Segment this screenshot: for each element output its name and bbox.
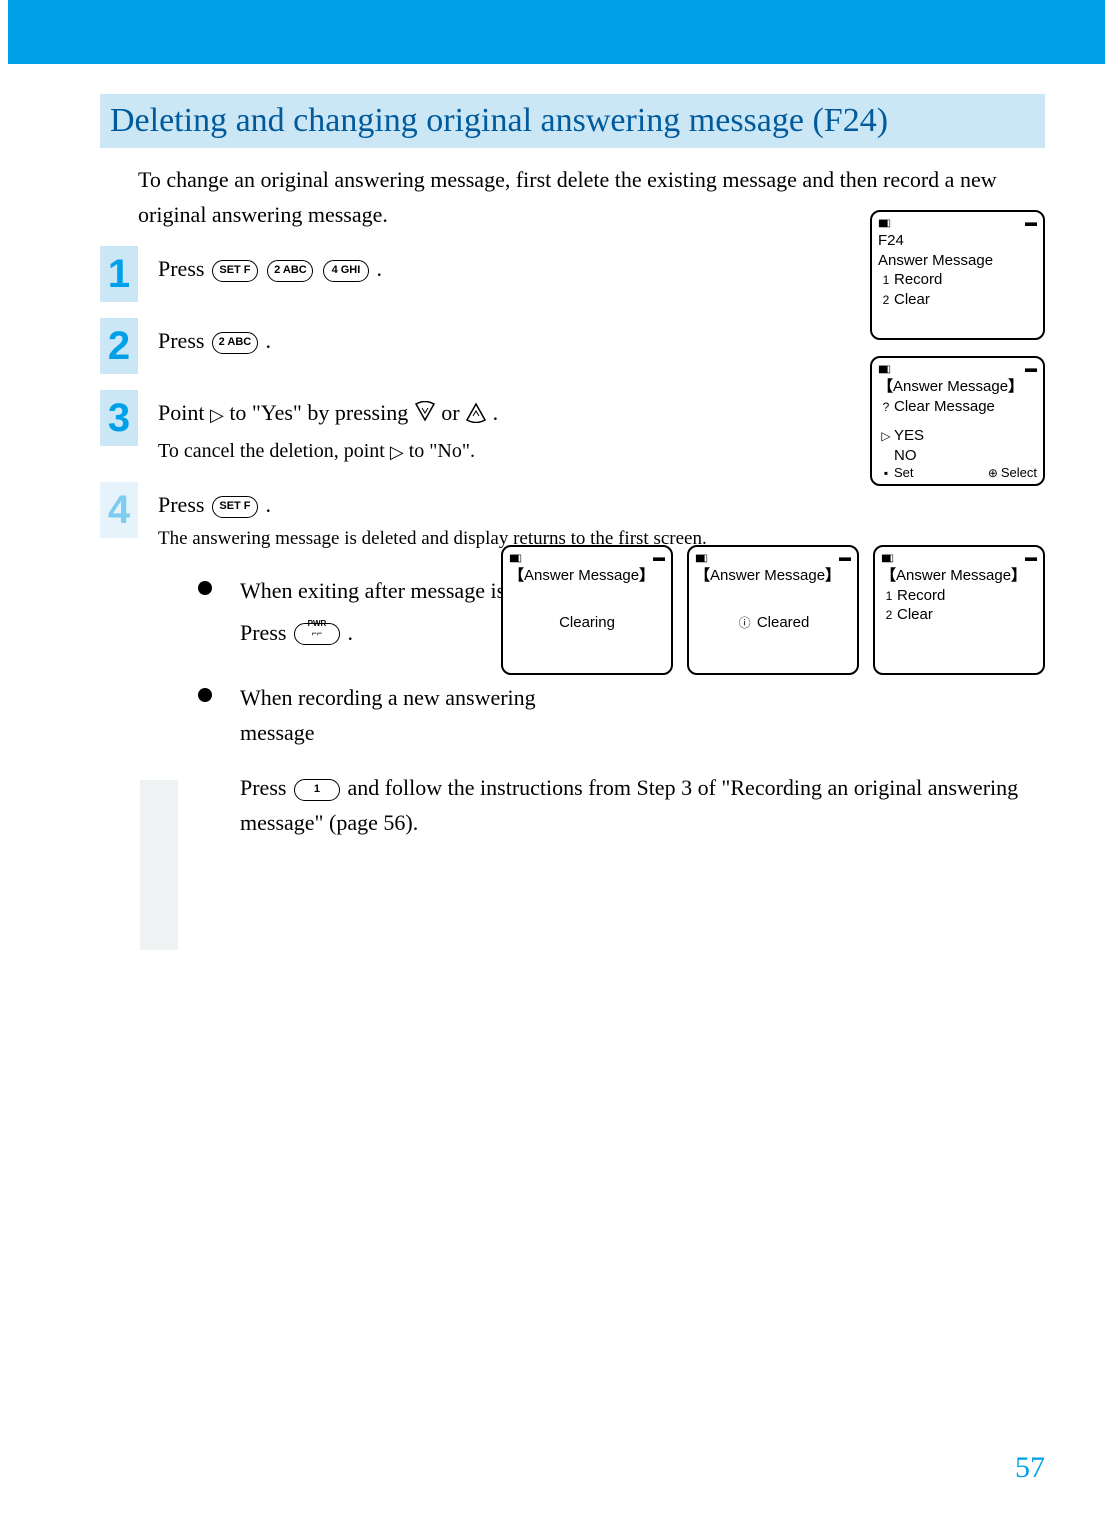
step-3-sub-post: to "No". [409, 440, 475, 462]
screen4-body: Cleared [757, 614, 810, 631]
section-title: Deleting and changing original answering… [100, 94, 1045, 148]
step-3-sub-pre: To cancel the deletion, point [158, 440, 390, 462]
continuation-post: and follow the instructions from Step 3 … [240, 775, 1018, 835]
screen4-title: Answer Message [710, 567, 825, 584]
pwr-key-icon: PWR ⌐⌐ [294, 623, 340, 645]
step-2-text-pre: Press [158, 328, 210, 353]
battery-icon [1025, 551, 1037, 564]
lcd-screen-menu-again: 【Answer Message】 1Record 2Clear [873, 545, 1045, 675]
battery-icon [1025, 216, 1037, 229]
up-key-icon [465, 399, 487, 432]
info-icon: ⓘ [737, 614, 753, 631]
bullet-dot-icon [198, 688, 212, 702]
screen5-title: Answer Message [896, 567, 1011, 584]
screen3-body: Clearing [509, 614, 665, 631]
menu-2-icon: 2 [878, 293, 894, 309]
menu-1-icon: 1 [881, 589, 897, 605]
menu-1-icon: 1 [878, 273, 894, 289]
screen5-line2: Clear [897, 606, 933, 623]
screen1-line3: Record [894, 271, 942, 288]
screen2-select: Select [1001, 465, 1037, 480]
battery-icon [1025, 362, 1037, 375]
signal-icon [878, 216, 888, 229]
screen1-line1: F24 [878, 231, 1037, 251]
key-4-icon: 4 GHI [323, 260, 369, 282]
key-2-icon: 2 ABC [267, 260, 313, 282]
set-key-icon: SET F [212, 260, 258, 282]
down-key-icon [414, 399, 436, 432]
step-1-text-pre: Press [158, 256, 210, 281]
bullet-1-sub-pre: Press [240, 620, 292, 645]
step-2-text-post: . [265, 328, 271, 353]
step-3-mid2: or [441, 400, 465, 425]
screen5-line1: Record [897, 587, 945, 604]
cursor-right-icon: ▷ [390, 439, 404, 466]
step-4-text-pre: Press [158, 492, 210, 517]
screen2-title: Answer Message [893, 378, 1008, 395]
screen2-no: NO [878, 446, 1037, 466]
screen2-set: Set [894, 465, 914, 480]
screen2-line2: Clear Message [894, 398, 995, 415]
step-3-mid1: to "Yes" by pressing [229, 400, 413, 425]
step-4-text-post: . [265, 492, 271, 517]
screen2-yes: YES [894, 427, 924, 444]
screen3-title: Answer Message [524, 567, 639, 584]
step-number-2: 2 [100, 318, 138, 374]
cursor-right-icon: ▷ [210, 402, 224, 429]
select-indicator-icon: ⊕ [985, 466, 1001, 480]
bullet-2-heading: When recording a new answering message [240, 680, 580, 750]
step-number-3: 3 [100, 390, 138, 446]
header-bar [8, 0, 1105, 64]
step-3-text-post: . [493, 400, 499, 425]
set-key-icon: SET F [212, 496, 258, 518]
bullet-2-continuation: Press 1 and follow the instructions from… [240, 770, 1020, 840]
lcd-screen-f24-menu: F24 Answer Message 1Record 2Clear [870, 210, 1045, 340]
key-1-icon: 1 [294, 779, 340, 801]
signal-icon [878, 362, 888, 375]
bullet-dot-icon [198, 581, 212, 595]
battery-icon [653, 551, 665, 564]
menu-2-icon: 2 [881, 608, 897, 624]
screen1-line4: Clear [894, 291, 930, 308]
continuation-pre: Press [240, 775, 292, 800]
set-indicator-icon: ▪ [878, 466, 894, 480]
bullet-1-sub-post: . [347, 620, 353, 645]
signal-icon [881, 551, 891, 564]
step-4: 4 Press SET F . The answering message is… [100, 482, 1045, 554]
battery-icon [839, 551, 851, 564]
question-icon: ? [878, 400, 894, 416]
key-2-icon: 2 ABC [212, 332, 258, 354]
page-number: 57 [1015, 1451, 1045, 1485]
bullet-record-new: When recording a new answering message [198, 680, 1045, 750]
cursor-right-icon: ▷ [878, 429, 894, 445]
step-1-text-post: . [376, 256, 382, 281]
step-number-1: 1 [100, 246, 138, 302]
signal-icon [509, 551, 519, 564]
lcd-screen-cleared: 【Answer Message】 ⓘ Cleared [687, 545, 859, 675]
lcd-screen-confirm: 【Answer Message】 ?Clear Message ▷YES NO … [870, 356, 1045, 486]
step-stub [140, 780, 178, 950]
signal-icon [695, 551, 705, 564]
step-number-4: 4 [100, 482, 138, 538]
screen1-line2: Answer Message [878, 251, 1037, 271]
lcd-screen-clearing: 【Answer Message】 Clearing [501, 545, 673, 675]
step-3-text-pre: Point [158, 400, 210, 425]
